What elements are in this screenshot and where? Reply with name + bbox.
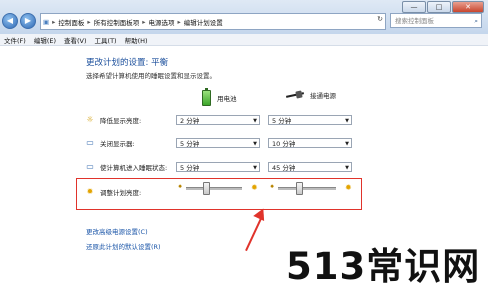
select-value: 45 分钟 — [272, 164, 296, 172]
select-value: 10 分钟 — [272, 140, 296, 148]
breadcrumb-all-items[interactable]: 所有控制面板项 — [94, 17, 140, 27]
setting-row-turn-off-display: ▭ 关闭显示器: — [86, 137, 135, 149]
restore-defaults-link[interactable]: 还原此计划的默认设置(R) — [86, 241, 161, 251]
turn-off-display-plugged-select[interactable]: 10 分钟 ▼ — [268, 138, 352, 148]
brightness-high-icon: ✹ — [345, 183, 352, 192]
select-value: 5 分钟 — [180, 140, 200, 148]
address-bar[interactable]: ▣ ▸ 控制面板 ▸ 所有控制面板项 ▸ 电源选项 ▸ 编辑计划设置 ↻ — [40, 13, 386, 30]
menu-edit[interactable]: 编辑(E) — [34, 35, 56, 45]
turn-off-display-battery-select[interactable]: 5 分钟 ▼ — [176, 138, 260, 148]
slider-track — [186, 187, 242, 190]
forward-button[interactable]: ▶ — [20, 13, 36, 29]
menu-view[interactable]: 查看(V) — [64, 35, 87, 45]
select-value: 5 分钟 — [272, 117, 292, 125]
advanced-settings-link[interactable]: 更改高级电源设置(C) — [86, 226, 148, 236]
brightness-battery-slider[interactable] — [186, 182, 242, 195]
menu-file[interactable]: 文件(F) — [4, 35, 26, 45]
breadcrumb-edit-plan[interactable]: 编辑计划设置 — [184, 17, 223, 27]
power-plug-icon — [286, 91, 304, 99]
close-button[interactable]: ✕ — [452, 1, 484, 13]
breadcrumb-separator: ▸ — [87, 17, 91, 26]
setting-label: 关闭显示器: — [100, 140, 135, 148]
refresh-icon[interactable]: ↻ — [377, 15, 383, 23]
watermark-text: 513常识网 — [286, 245, 481, 288]
select-value: 5 分钟 — [180, 164, 200, 172]
dropdown-arrow-icon: ▼ — [345, 165, 349, 171]
monitor-icon: ▭ — [86, 138, 94, 147]
setting-row-sleep: ▭ 使计算机进入睡眠状态: — [86, 161, 167, 173]
brightness-low-icon: ✹ — [178, 184, 183, 190]
sun-dim-icon: ☼ — [86, 115, 94, 124]
brightness-plugged-slider[interactable] — [278, 182, 336, 195]
address-folder-icon: ▣ — [43, 17, 50, 26]
maximize-button[interactable]: □ — [427, 1, 451, 13]
nav-buttons: ◀ ▶ — [2, 12, 38, 30]
sleep-plugged-select[interactable]: 45 分钟 ▼ — [268, 162, 352, 172]
dropdown-arrow-icon: ▼ — [345, 141, 349, 147]
back-button[interactable]: ◀ — [2, 13, 18, 29]
column-header-battery: 用电池 — [202, 88, 237, 106]
search-icon[interactable]: ⌕ — [474, 14, 478, 29]
breadcrumb-control-panel[interactable]: 控制面板 — [58, 17, 84, 27]
breadcrumb-separator: ▸ — [142, 17, 146, 26]
window-titlebar: — □ ✕ ◀ ▶ ▣ ▸ 控制面板 ▸ 所有控制面板项 ▸ 电源选项 ▸ 编辑… — [0, 0, 488, 35]
slider-thumb[interactable] — [296, 182, 303, 195]
battery-icon — [202, 88, 211, 106]
window-controls: — □ ✕ — [402, 1, 484, 13]
setting-row-dim-display: ☼ 降低显示亮度: — [86, 114, 141, 126]
breadcrumb-separator: ▸ — [52, 17, 56, 26]
dim-display-plugged-select[interactable]: 5 分钟 ▼ — [268, 115, 352, 125]
column-header-plugged: 接通电源 — [286, 90, 336, 100]
setting-label: 使计算机进入睡眠状态: — [100, 164, 168, 172]
breadcrumb-power-options[interactable]: 电源选项 — [148, 17, 174, 27]
brightness-low-icon: ✹ — [270, 184, 275, 190]
slider-track — [278, 187, 336, 190]
brightness-high-icon: ✹ — [251, 183, 258, 192]
sun-brightness-icon: ✹ — [86, 187, 94, 196]
search-input[interactable]: 搜索控制面板 ⌕ — [390, 13, 482, 28]
dropdown-arrow-icon: ▼ — [253, 118, 257, 124]
menu-tools[interactable]: 工具(T) — [95, 35, 117, 45]
dropdown-arrow-icon: ▼ — [345, 118, 349, 124]
search-placeholder: 搜索控制面板 — [395, 17, 434, 25]
menu-help[interactable]: 帮助(H) — [125, 35, 148, 45]
setting-label: 降低显示亮度: — [100, 117, 142, 125]
breadcrumb-separator: ▸ — [177, 17, 181, 26]
column-label-battery: 用电池 — [217, 95, 237, 103]
menu-bar: 文件(F) 编辑(E) 查看(V) 工具(T) 帮助(H) — [0, 34, 488, 46]
setting-label: 调整计划亮度: — [100, 189, 142, 197]
sleep-battery-select[interactable]: 5 分钟 ▼ — [176, 162, 260, 172]
page-title: 更改计划的设置: 平衡 — [86, 58, 169, 68]
minimize-button[interactable]: — — [402, 1, 426, 13]
sleep-monitor-icon: ▭ — [86, 162, 94, 171]
dropdown-arrow-icon: ▼ — [253, 141, 257, 147]
dropdown-arrow-icon: ▼ — [253, 165, 257, 171]
page-subtitle: 选择希望计算机使用的睡眠设置和显示设置。 — [86, 72, 216, 80]
column-label-plugged: 接通电源 — [310, 92, 336, 100]
select-value: 2 分钟 — [180, 117, 200, 125]
dim-display-battery-select[interactable]: 2 分钟 ▼ — [176, 115, 260, 125]
slider-thumb[interactable] — [203, 182, 210, 195]
setting-row-brightness: ✹ 调整计划亮度: — [86, 187, 142, 198]
